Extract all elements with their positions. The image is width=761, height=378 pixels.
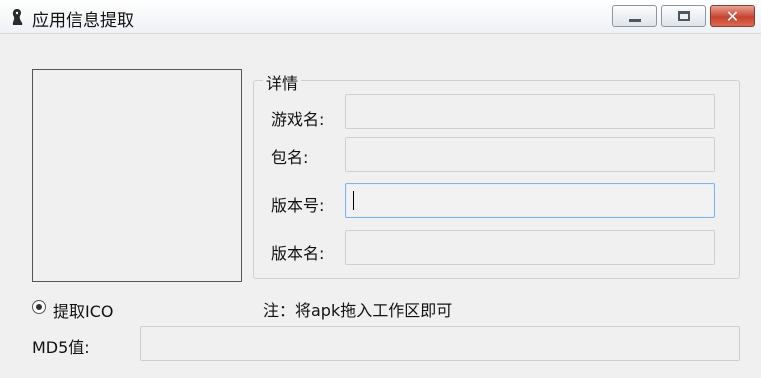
maximize-icon <box>678 11 690 21</box>
game-name-field[interactable] <box>345 94 715 129</box>
close-button[interactable]: ✕ <box>710 5 755 27</box>
extract-ico-radio[interactable] <box>32 300 46 314</box>
title-bar: 应用信息提取 ✕ <box>0 0 761 34</box>
package-name-field[interactable] <box>345 137 715 172</box>
radio-selected-dot <box>36 304 42 310</box>
text-caret <box>353 191 354 210</box>
md5-field[interactable] <box>140 326 740 361</box>
md5-label: MD5值: <box>32 338 90 357</box>
extract-ico-label[interactable]: 提取ICO <box>53 298 114 322</box>
details-group-title: 详情 <box>263 70 302 94</box>
version-name-field[interactable] <box>345 230 715 265</box>
game-name-label: 游戏名: <box>271 110 325 129</box>
version-code-field[interactable] <box>345 183 715 218</box>
drag-apk-note: 注：将apk拖入工作区即可 <box>263 301 453 320</box>
minimize-button[interactable] <box>612 5 657 27</box>
icon-preview-area <box>32 69 242 282</box>
window-title: 应用信息提取 <box>32 11 134 31</box>
version-code-label: 版本号: <box>271 196 325 215</box>
close-icon: ✕ <box>725 7 740 26</box>
version-name-label: 版本名: <box>271 244 325 263</box>
package-name-label: 包名: <box>271 148 309 167</box>
app-icon <box>12 9 23 25</box>
minimize-icon <box>629 19 641 22</box>
maximize-button[interactable] <box>661 5 706 27</box>
